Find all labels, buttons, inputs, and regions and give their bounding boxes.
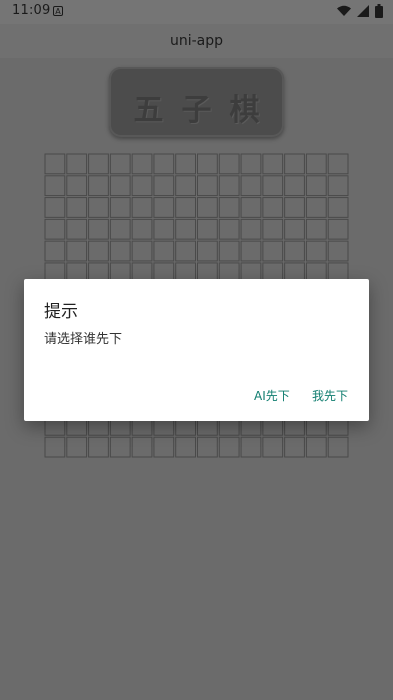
dialog-title: 提示 [44,302,78,322]
dialog-message: 请选择谁先下 [44,332,123,347]
ai-first-button[interactable]: AI先下 [254,387,290,404]
me-first-button[interactable]: 我先下 [312,387,348,404]
prompt-dialog: 提示 请选择谁先下 AI先下 我先下 [24,279,369,421]
